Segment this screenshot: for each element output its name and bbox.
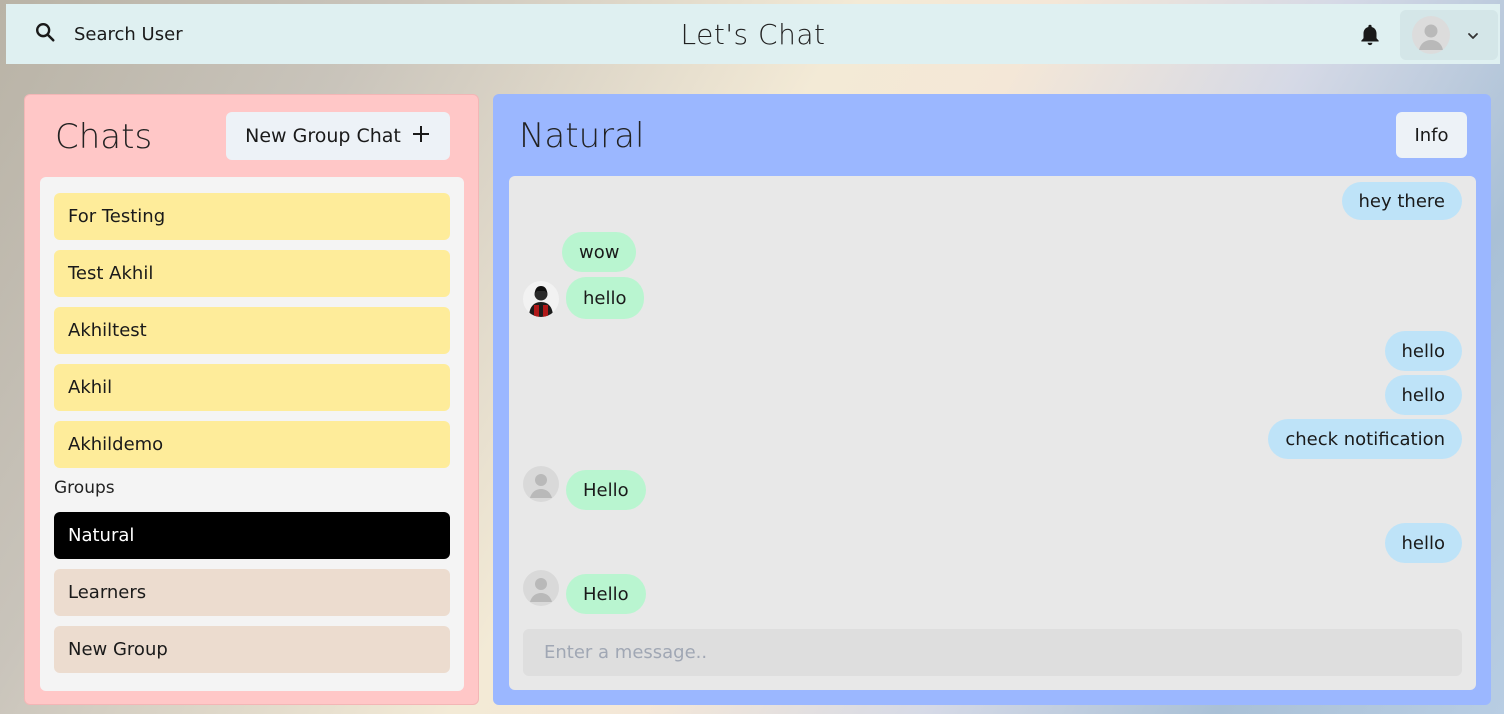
chat-item-label: Natural [68,525,135,546]
search-user-label: Search User [74,23,183,45]
chat-item-test-akhil[interactable]: Test Akhil [54,250,450,297]
plus-icon [411,123,431,149]
avatar [1412,16,1450,54]
chat-item-akhil[interactable]: Akhil [54,364,450,411]
bell-icon[interactable] [1357,22,1383,48]
info-button[interactable]: Info [1396,112,1467,158]
chats-panel: Chats New Group Chat For Testing Test Ak… [24,94,479,705]
message-bubble: Hello [566,574,646,614]
message-bubble: hello [1384,523,1462,563]
chevron-down-icon [1466,28,1480,42]
chat-list: For Testing Test Akhil Akhiltest Akhil A… [40,177,464,691]
message-bubble: check notification [1268,419,1462,459]
chats-title: Chats [55,117,153,157]
chat-item-for-testing[interactable]: For Testing [54,193,450,240]
chat-item-new-group[interactable]: New Group [54,626,450,673]
chat-item-akhildemo[interactable]: Akhildemo [54,421,450,468]
search-user-button[interactable]: Search User [34,16,183,52]
chat-item-label: New Group [68,639,168,660]
avatar[interactable] [523,466,559,502]
conversation-title: Natural [519,116,645,156]
message-bubble: hello [566,277,644,319]
message-input[interactable] [523,629,1462,676]
chat-item-label: Akhildemo [68,434,164,455]
chat-item-natural[interactable]: Natural [54,512,450,559]
chat-item-label: For Testing [68,206,166,227]
message-bubble: Hello [566,470,646,510]
messages-area[interactable]: hey there wow hello hello hello check no… [509,176,1476,690]
chat-item-label: Test Akhil [68,263,154,284]
message-bubble: hello [1384,375,1462,415]
new-group-chat-label: New Group Chat [245,125,401,147]
avatar[interactable] [523,570,559,606]
chat-item-akhiltest[interactable]: Akhiltest [54,307,450,354]
groups-heading: Groups [54,478,115,498]
message-bubble: hello [1384,331,1462,371]
app-title: Let's Chat [680,18,826,51]
conversation-panel: Natural Info hey there wow hello hello h… [493,94,1491,705]
chat-item-label: Akhil [68,377,113,398]
message-bubble: hey there [1341,182,1462,220]
chat-item-label: Akhiltest [68,320,147,341]
chat-item-label: Learners [68,582,147,603]
avatar[interactable] [523,281,559,317]
search-icon [34,21,56,47]
profile-menu-button[interactable] [1400,10,1498,60]
new-group-chat-button[interactable]: New Group Chat [226,112,450,160]
top-bar: Search User Let's Chat [6,4,1500,64]
message-bubble: wow [562,232,637,272]
chat-item-learners[interactable]: Learners [54,569,450,616]
